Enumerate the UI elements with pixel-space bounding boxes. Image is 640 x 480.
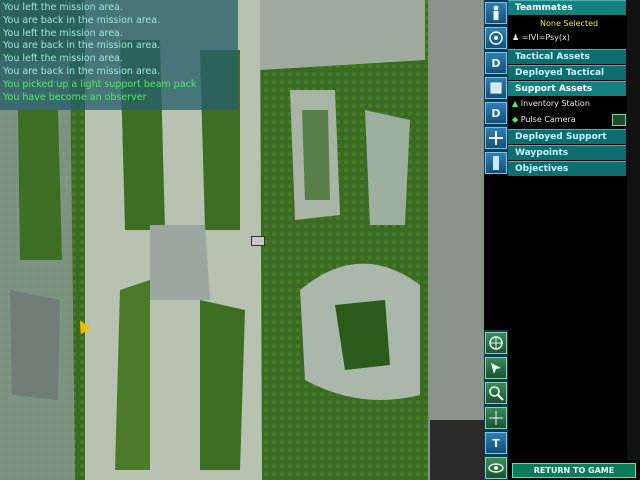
return-to-game-button[interactable]: RETURN TO GAME — [512, 463, 636, 478]
target-icon[interactable] — [485, 27, 507, 49]
teammate-name: =IVI=Psy(x) — [521, 33, 570, 42]
chat-line: You have become an observer — [3, 91, 147, 103]
objective-icon[interactable] — [485, 152, 507, 174]
sensor-icon[interactable] — [485, 332, 507, 354]
deployed-button[interactable]: D — [485, 52, 507, 74]
chat-line: You left the mission area. — [3, 27, 123, 39]
tactical-assets-header[interactable]: Tactical Assets — [508, 49, 626, 64]
objectives-header[interactable]: Objectives — [508, 161, 626, 176]
chat-line: You are back in the mission area. — [3, 40, 161, 52]
zoom-icon[interactable] — [485, 382, 507, 404]
chat-log: You left the mission area. You are back … — [0, 0, 238, 110]
camera-icon: ◆ — [512, 115, 519, 124]
player-marker[interactable] — [251, 236, 265, 246]
asset-item-camera[interactable]: ◆ Pulse Camera — [512, 115, 576, 124]
deployed-support-header[interactable]: Deployed Support — [508, 129, 626, 144]
deployed-support-button[interactable]: D — [485, 102, 507, 124]
chat-line: You left the mission area. — [3, 2, 123, 13]
chat-line: You are back in the mission area. — [3, 65, 161, 77]
asset-label: Inventory Station — [520, 99, 590, 108]
waypoint-icon[interactable] — [485, 127, 507, 149]
deployed-tactical-header[interactable]: Deployed Tactical — [508, 65, 626, 80]
text-tool-button[interactable]: T — [485, 432, 507, 454]
asset-item-inventory[interactable]: ▲ Inventory Station — [512, 99, 590, 108]
pointer-icon[interactable] — [485, 357, 507, 379]
person-icon: ♟ — [512, 33, 520, 42]
camera-toggle[interactable] — [612, 114, 626, 126]
crosshair-icon[interactable] — [485, 407, 507, 429]
station-icon: ▲ — [512, 99, 519, 108]
asset-label: Pulse Camera — [520, 115, 576, 124]
none-selected-label: None Selected — [540, 19, 599, 28]
command-panel: Teammates None Selected ♟ =IVI=Psy(x) Ta… — [508, 0, 640, 480]
chat-line: You picked up a light support beam pack — [3, 78, 197, 90]
cube-icon[interactable] — [485, 77, 507, 99]
toolbar-bottom: T — [484, 330, 508, 480]
eye-icon[interactable] — [485, 457, 507, 479]
teammates-header[interactable]: Teammates — [508, 0, 626, 15]
toolbar-top: D D — [484, 0, 508, 174]
support-assets-header[interactable]: Support Assets — [508, 81, 626, 96]
player-icon[interactable] — [485, 2, 507, 24]
chat-line: You left the mission area. — [3, 53, 123, 65]
teammate-item[interactable]: ♟ =IVI=Psy(x) — [512, 33, 570, 42]
panel-scrollbar[interactable] — [627, 0, 640, 460]
chat-line: You are back in the mission area. — [3, 14, 161, 26]
waypoints-header[interactable]: Waypoints — [508, 145, 626, 160]
